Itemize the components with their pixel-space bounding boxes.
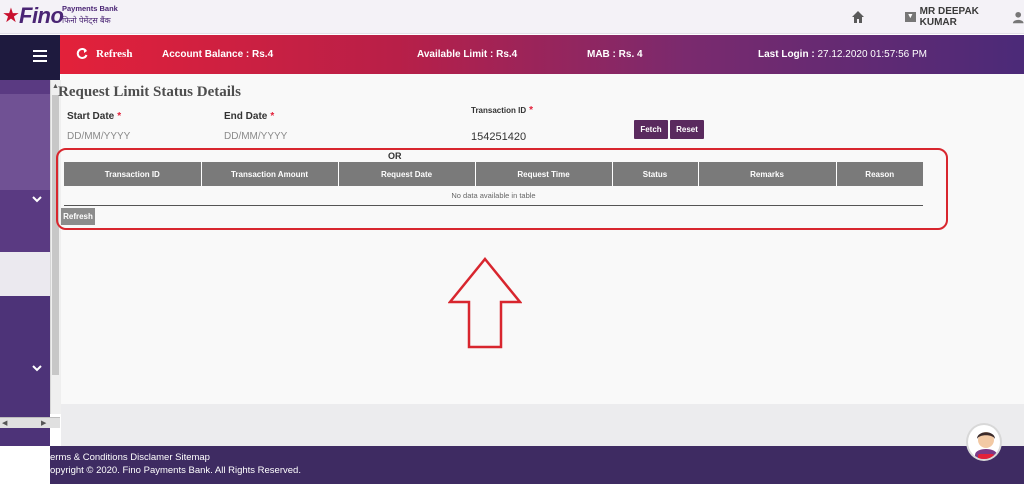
scrollbar-thumb[interactable] xyxy=(52,95,59,375)
end-date-input[interactable]: DD/MM/YYYY xyxy=(224,131,287,142)
account-info-bar: Refresh Account Balance : Rs.4 Available… xyxy=(60,35,1024,74)
highlight-annotation xyxy=(56,148,948,230)
mab-value: MAB : Rs. 4 xyxy=(587,49,643,60)
menu-toggle[interactable] xyxy=(0,35,60,80)
refresh-label: Refresh xyxy=(96,48,133,60)
transaction-id-input[interactable]: 154251420 xyxy=(471,131,526,143)
sidebar-divider xyxy=(0,252,50,296)
chevron-down-icon[interactable] xyxy=(32,194,42,204)
refresh-link[interactable]: Refresh xyxy=(76,48,132,60)
end-date-label: End Date * xyxy=(224,111,275,122)
chevron-down-icon[interactable] xyxy=(32,363,42,373)
scroll-right-arrow[interactable]: ▶ xyxy=(41,419,46,427)
horizontal-scrollbar[interactable]: ◀ ▶ xyxy=(0,417,60,428)
start-date-input[interactable]: DD/MM/YYYY xyxy=(67,131,130,142)
fino-logo[interactable]: ★ Fino Payments Bank फिनो पेमेंट्स बैंक xyxy=(2,2,120,32)
logo-tagline-hindi: फिनो पेमेंट्स बैंक xyxy=(62,16,111,25)
available-limit: Available Limit : Rs.4 xyxy=(417,49,518,60)
user-name: MR DEEPAK KUMAR xyxy=(919,6,979,28)
up-arrow-annotation xyxy=(448,257,522,349)
transaction-id-label: Transaction ID * xyxy=(471,105,534,116)
footer: erms & Conditions Disclamer Sitemap opyr… xyxy=(0,446,1024,484)
hamburger-icon xyxy=(33,50,47,62)
refresh-icon xyxy=(76,48,88,59)
page-title: Request Limit Status Details xyxy=(58,84,241,100)
logo-wordmark: Fino xyxy=(19,3,64,28)
home-icon[interactable] xyxy=(851,10,865,24)
main-content: Request Limit Status Details Start Date *… xyxy=(58,74,1024,404)
dropdown-icon[interactable]: ▼ xyxy=(905,12,916,22)
logo-tagline: Payments Bank xyxy=(62,4,118,13)
reset-button[interactable]: Reset xyxy=(670,120,704,139)
top-header: ★ Fino Payments Bank फिनो पेमेंट्स बैंक … xyxy=(0,0,1024,34)
content-bottom-strip xyxy=(61,404,1024,446)
copyright-text: opyright © 2020. Fino Payments Bank. All… xyxy=(50,465,301,476)
fetch-button[interactable]: Fetch xyxy=(634,120,668,139)
user-icon xyxy=(1012,11,1024,24)
sidebar-section-1[interactable] xyxy=(0,80,50,252)
start-date-label: Start Date * xyxy=(67,111,122,122)
last-login: Last Login : 27.12.2020 01:57:56 PM xyxy=(758,49,927,60)
chatbot-avatar-icon[interactable] xyxy=(966,423,1002,461)
scroll-left-arrow[interactable]: ◀ xyxy=(2,419,7,427)
footer-links[interactable]: erms & Conditions Disclamer Sitemap xyxy=(50,452,210,463)
user-menu[interactable]: ▼ MR DEEPAK KUMAR xyxy=(905,6,1024,28)
account-balance: Account Balance : Rs.4 xyxy=(162,49,274,60)
star-icon: ★ xyxy=(2,5,20,27)
